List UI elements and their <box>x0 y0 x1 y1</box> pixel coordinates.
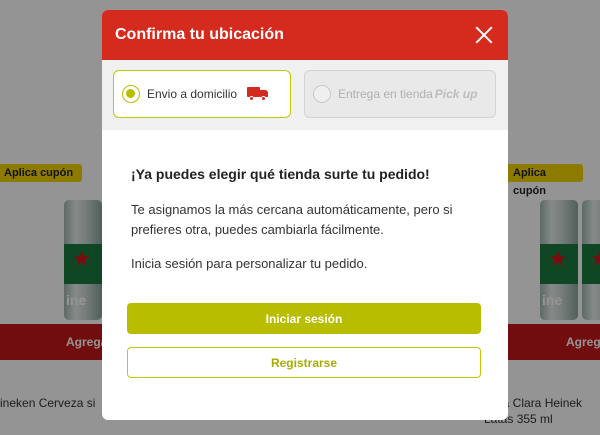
login-button[interactable]: Iniciar sesión <box>127 303 481 334</box>
tab-store-pickup[interactable]: Entrega en tienda Pick up <box>304 70 496 118</box>
pickup-icon: Pick up <box>434 87 478 101</box>
modal-heading: ¡Ya puedes elegir qué tienda surte tu pe… <box>131 166 430 182</box>
close-icon[interactable] <box>474 25 494 45</box>
tab-home-delivery[interactable]: Envio a domicilio <box>113 70 291 118</box>
radio-unselected-icon[interactable] <box>313 85 331 103</box>
tab-store-pickup-label: Entrega en tienda <box>338 87 433 101</box>
login-hint-text: Inicia sesión para personalizar tu pedid… <box>131 256 368 271</box>
modal-body: ¡Ya puedes elegir qué tienda surte tu pe… <box>102 166 508 274</box>
tab-home-delivery-label: Envio a domicilio <box>147 87 238 101</box>
info-paragraph: Te asignamos la más cercana automáticame… <box>131 202 453 237</box>
register-button[interactable]: Registrarse <box>127 347 481 378</box>
delivery-truck-icon <box>247 87 269 101</box>
modal-title: Confirma tu ubicación <box>115 26 284 43</box>
location-modal: Confirma tu ubicación Envio a domicilio … <box>102 10 508 420</box>
radio-selected-icon[interactable] <box>122 85 140 103</box>
modal-header: Confirma tu ubicación <box>102 10 508 60</box>
delivery-options: Envio a domicilio Entrega en tienda Pick… <box>102 60 508 130</box>
